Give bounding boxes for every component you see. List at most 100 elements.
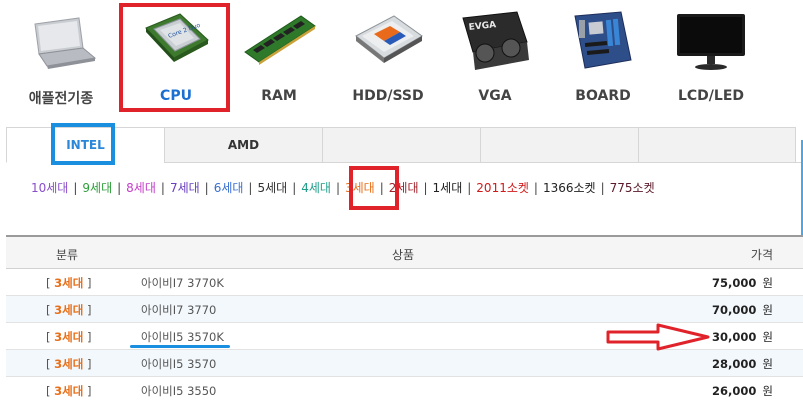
- generation-separator: |: [248, 181, 253, 195]
- row-price: 28,000 원: [712, 356, 773, 372]
- category-apple[interactable]: 애플전기종: [6, 0, 116, 116]
- row-bracket-open: [: [46, 330, 55, 344]
- product-table: 분류 상품 가격 [ 3세대 ] 아이비I7 3770K 75,000 원[ 3세대 …: [6, 235, 803, 401]
- row-price-value: 26,000: [712, 384, 757, 398]
- row-category: [ 3세대 ]: [46, 383, 91, 399]
- table-row[interactable]: [ 3세대 ] 아이비I7 3770K 75,000 원: [6, 269, 803, 296]
- row-generation-label: 3세대: [54, 357, 84, 371]
- category-label: BOARD: [575, 88, 631, 104]
- row-product-name[interactable]: 아이비I5 3550: [141, 383, 216, 399]
- generation-separator: |: [600, 181, 605, 195]
- row-product-name[interactable]: 아이비I5 3570K: [141, 329, 224, 345]
- generation-link[interactable]: 7세대: [170, 181, 200, 195]
- category-label: 애플전기종: [28, 91, 94, 107]
- row-product-name[interactable]: 아이비I7 3770K: [141, 275, 224, 291]
- header-product: 상품: [392, 248, 415, 262]
- row-generation-label: 3세대: [54, 384, 84, 398]
- category-ram[interactable]: RAM: [224, 0, 334, 116]
- header-price: 가격: [750, 248, 773, 262]
- row-price: 75,000 원: [712, 275, 773, 291]
- generation-separator: |: [73, 181, 78, 195]
- table-row[interactable]: [ 3세대 ] 아이비I7 3770 70,000 원: [6, 296, 803, 323]
- intel-highlight-box: [51, 123, 115, 165]
- row-category: [ 3세대 ]: [46, 275, 91, 291]
- generation-link[interactable]: 10세대: [31, 181, 68, 195]
- tab-empty-5[interactable]: [638, 127, 796, 163]
- row-price-value: 70,000: [712, 303, 757, 317]
- row-bracket-close: ]: [83, 357, 92, 371]
- row-price: 26,000 원: [712, 383, 773, 399]
- category-hdd-ssd[interactable]: HDD/SSD: [333, 0, 443, 116]
- generation-filter: 10세대 | 9세대 | 8세대 | 7세대 | 6세대 | 5세대 | 4세대 | 3세대 | 2세대 | 1세대…: [31, 179, 655, 197]
- tab-empty-3[interactable]: [322, 127, 480, 163]
- row-price-value: 75,000: [712, 276, 757, 290]
- row-price-unit: 원: [762, 303, 773, 317]
- category-label: VGA: [478, 88, 512, 104]
- monitor-icon: [677, 14, 745, 70]
- category-label: LCD/LED: [677, 88, 745, 104]
- category-board[interactable]: BOARD: [548, 0, 658, 116]
- generation-link[interactable]: 5세대: [257, 181, 287, 195]
- motherboard-icon: [574, 11, 632, 69]
- ram-module-icon: [244, 15, 316, 65]
- row-price-unit: 원: [762, 357, 773, 371]
- generation-link[interactable]: 1세대: [433, 181, 463, 195]
- brand-tabs: INTEL AMD: [6, 127, 803, 163]
- category-label: RAM: [261, 88, 297, 104]
- generation-link[interactable]: 4세대: [301, 181, 331, 195]
- generation-3-highlight-box: [349, 166, 399, 210]
- row-price-unit: 원: [762, 330, 773, 344]
- generation-separator: |: [467, 181, 472, 195]
- row-price-value: 28,000: [712, 357, 757, 371]
- graphics-card-icon: EVGA: [462, 11, 529, 70]
- category-lcd-led[interactable]: LCD/LED: [656, 0, 766, 116]
- category-vga[interactable]: EVGA VGA: [440, 0, 550, 116]
- generation-separator: |: [292, 181, 297, 195]
- generation-separator: |: [160, 181, 165, 195]
- table-header: 분류 상품 가격: [6, 235, 803, 269]
- row-category: [ 3세대 ]: [46, 302, 91, 318]
- cpu-highlight-box: [119, 3, 230, 112]
- category-label: HDD/SSD: [352, 88, 424, 104]
- row-bracket-open: [: [46, 357, 55, 371]
- row-price: 70,000 원: [712, 302, 773, 318]
- tab-empty-4[interactable]: [480, 127, 638, 163]
- row-product-name[interactable]: 아이비I5 3570: [141, 356, 216, 372]
- generation-separator: |: [533, 181, 538, 195]
- header-category: 분류: [56, 248, 79, 262]
- generation-separator: |: [423, 181, 428, 195]
- generation-link[interactable]: 9세대: [82, 181, 112, 195]
- generation-separator: |: [204, 181, 209, 195]
- row-price-unit: 원: [762, 384, 773, 398]
- row-category: [ 3세대 ]: [46, 329, 91, 345]
- row-bracket-close: ]: [83, 384, 92, 398]
- generation-separator: |: [117, 181, 122, 195]
- ssd-icon: [355, 15, 423, 63]
- generation-link[interactable]: 2011소켓: [476, 181, 529, 195]
- laptop-icon: [34, 17, 97, 69]
- table-row[interactable]: [ 3세대 ] 아이비I5 3550 26,000 원: [6, 377, 803, 401]
- generation-link[interactable]: 1366소켓: [543, 181, 596, 195]
- generation-separator: |: [335, 181, 340, 195]
- row-generation-label: 3세대: [54, 330, 84, 344]
- row-bracket-open: [: [46, 303, 55, 317]
- row-bracket-open: [: [46, 384, 55, 398]
- row-generation-label: 3세대: [54, 303, 84, 317]
- table-row[interactable]: [ 3세대 ] 아이비I5 3570 28,000 원: [6, 350, 803, 377]
- red-arrow-icon: [606, 323, 710, 351]
- tab-amd[interactable]: AMD: [164, 127, 322, 163]
- row-bracket-close: ]: [83, 276, 92, 290]
- row-bracket-open: [: [46, 276, 55, 290]
- row-bracket-close: ]: [83, 330, 92, 344]
- row-category: [ 3세대 ]: [46, 356, 91, 372]
- row-bracket-close: ]: [83, 303, 92, 317]
- category-nav: 애플전기종 Core 2 Duo CPU RAM HDD/SSD EVGA VG…: [0, 0, 803, 116]
- row-price: 30,000 원: [712, 329, 773, 345]
- generation-link[interactable]: 6세대: [214, 181, 244, 195]
- row-price-value: 30,000: [712, 330, 757, 344]
- row-generation-label: 3세대: [54, 276, 84, 290]
- row-product-name[interactable]: 아이비I7 3770: [141, 302, 216, 318]
- generation-link[interactable]: 775소켓: [610, 181, 655, 195]
- product-underline-mark: [130, 345, 230, 348]
- generation-link[interactable]: 8세대: [126, 181, 156, 195]
